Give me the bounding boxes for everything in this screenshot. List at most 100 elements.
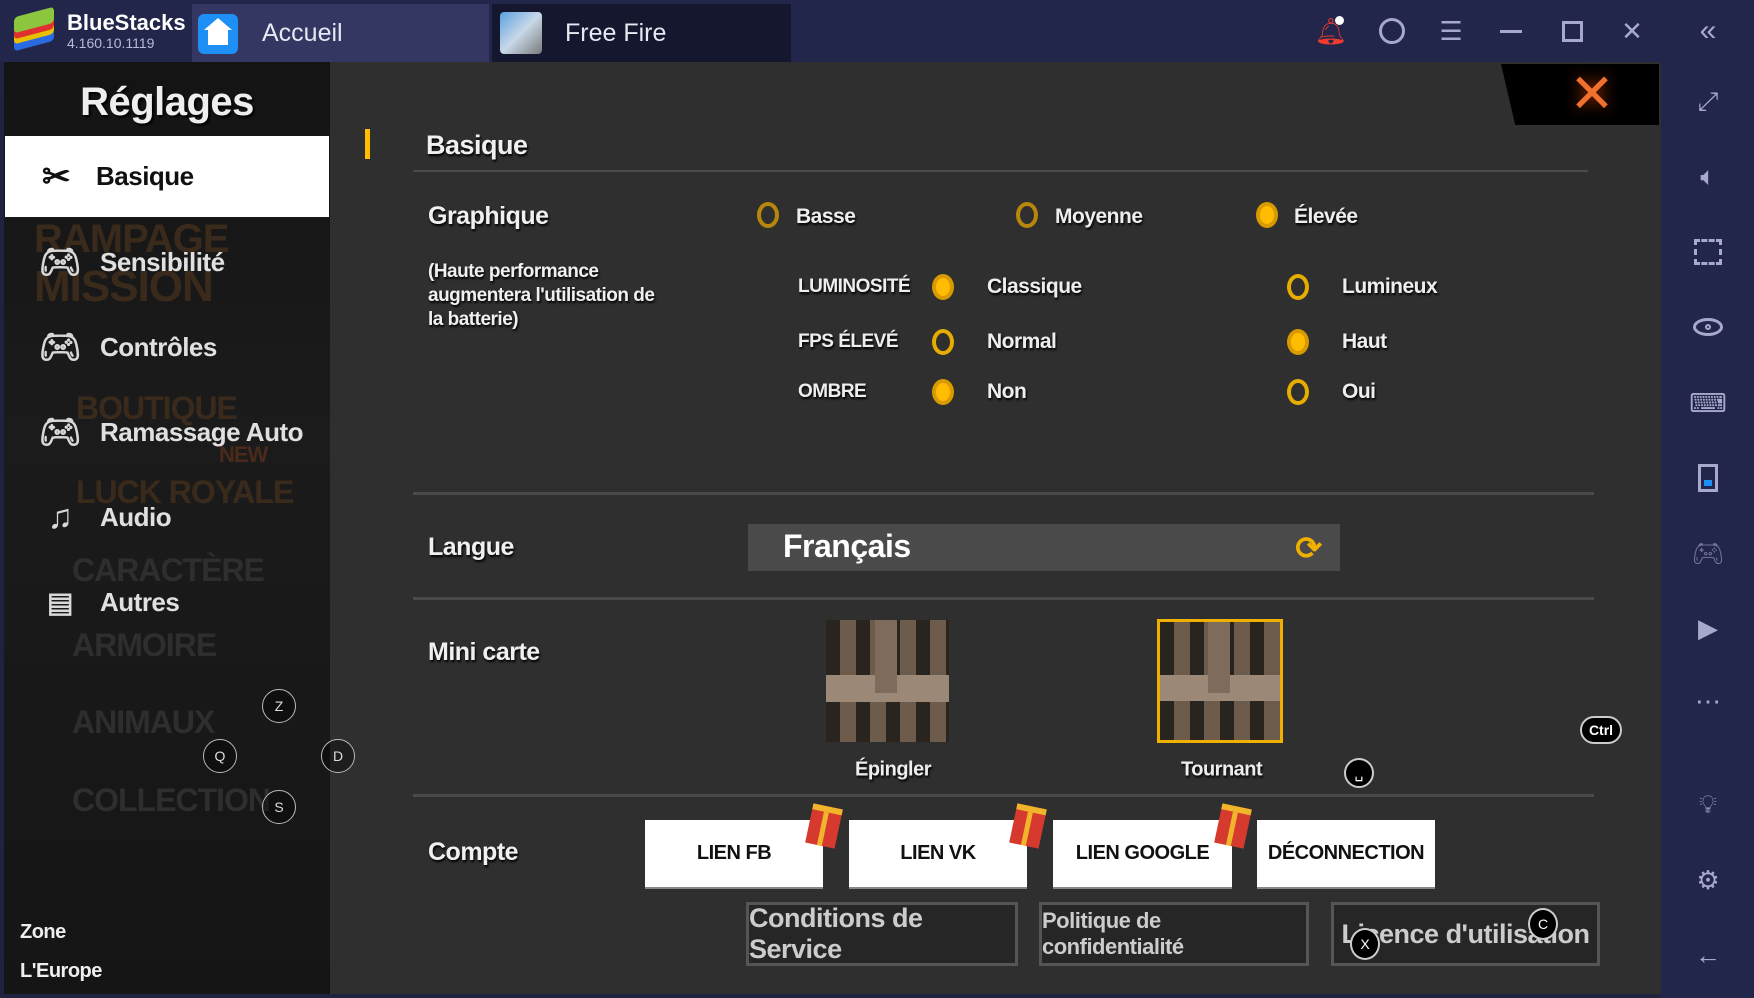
settings-icon[interactable]: ⚙ <box>1693 865 1723 895</box>
option-label: Classique <box>987 275 1082 298</box>
sidebar-item-label: Autres <box>100 586 180 617</box>
graphics-option-label: Élevée <box>1294 205 1358 228</box>
minimap-rotating-option[interactable] <box>1157 619 1283 743</box>
screen-record-icon[interactable] <box>1693 463 1723 493</box>
sidebar-item-sensibilite[interactable]: 🎮︎ Sensibilité <box>9 232 333 292</box>
key-hint-space: ␣ <box>1344 758 1374 788</box>
refresh-icon: ⟳ <box>1295 530 1322 566</box>
keyboard-icon[interactable]: ⌨︎ <box>1689 388 1727 418</box>
sidebar-item-basique[interactable]: ✂ Basique <box>5 136 329 217</box>
fps-label: FPS ÉLEVÉ <box>798 331 899 352</box>
tab-label: Accueil <box>262 18 343 47</box>
media-folder-icon[interactable]: ▶ <box>1693 613 1723 643</box>
volume-icon[interactable]: 🔈︎ <box>1693 161 1723 192</box>
sidebar-item-label: Audio <box>100 501 172 532</box>
graphics-note: (Haute performance augmentera l'utilisat… <box>428 261 655 330</box>
sidebar-item-label: Basique <box>96 161 194 191</box>
button-label: DÉCONNECTION <box>1267 842 1425 864</box>
ombre-non-radio[interactable] <box>932 379 954 405</box>
luminosite-classique-radio[interactable] <box>932 274 954 300</box>
sidebar-item-ramassage-auto[interactable]: 🎮︎ Ramassage Auto <box>9 402 333 462</box>
sidebar-item-label: Sensibilité <box>100 246 225 277</box>
bluestacks-logo-icon <box>14 6 54 52</box>
account-label: Compte <box>428 838 519 866</box>
luminosite-lumineux-radio[interactable] <box>1287 274 1309 300</box>
button-label: Conditions de Service <box>749 903 923 964</box>
option-label: Lumineux <box>1342 275 1438 298</box>
collapse-sidebar-icon[interactable]: « <box>1693 14 1723 47</box>
tab-accueil[interactable]: Accueil <box>192 4 489 62</box>
section-accent-bar <box>365 129 370 159</box>
section-title: Basique <box>426 130 528 160</box>
fullscreen-icon[interactable]: ⤢ <box>1693 86 1723 117</box>
maximize-icon[interactable] <box>1557 16 1587 46</box>
link-google-button[interactable]: LIEN GOOGLE <box>1053 803 1252 887</box>
minimap-pinned-option[interactable] <box>826 620 949 742</box>
gamepad-icon[interactable]: 🎮︎ <box>1692 538 1725 568</box>
document-icon: ▤ <box>47 586 73 618</box>
title-bar: BlueStacks 4.160.10.1119 Accueil Free Fi… <box>0 0 1754 62</box>
sidebar-item-autres[interactable]: ▤ Autres <box>9 572 333 632</box>
sidebar-title: Réglages <box>80 80 254 124</box>
graphics-moyenne-radio[interactable] <box>1016 202 1038 228</box>
link-vk-button[interactable]: LIEN VK <box>849 803 1047 887</box>
button-label: LIEN GOOGLE <box>1075 842 1210 864</box>
app-version: 4.160.10.1119 <box>67 35 155 51</box>
sidebar-item-label: Contrôles <box>100 331 217 362</box>
key-hint-c: C <box>1528 908 1558 940</box>
gamepad-icon: 🎮︎ <box>38 413 82 451</box>
account-icon[interactable] <box>1377 16 1407 46</box>
right-toolbar: ⤢ 🔈︎ ⌨︎ 🎮︎ ▶ ⋯ 💡︎ ⚙ ← <box>1661 62 1754 998</box>
zone-value: L'Europe <box>20 960 102 982</box>
ombre-label: OMBRE <box>798 381 867 402</box>
menu-icon[interactable]: ☰ <box>1436 16 1466 46</box>
key-hint-left: Q <box>203 739 237 773</box>
home-icon <box>198 14 238 54</box>
tab-label: Free Fire <box>565 18 667 47</box>
gamepad-icon: 🎮︎ <box>38 328 82 366</box>
tools-icon: ✂ <box>42 157 71 196</box>
button-label: LIEN FB <box>696 842 772 864</box>
close-icon[interactable]: ✕ <box>1617 16 1647 46</box>
graphics-option-label: Moyenne <box>1055 205 1143 228</box>
luminosite-label: LUMINOSITÉ <box>798 276 911 297</box>
gamepad-icon: 🎮︎ <box>38 243 82 281</box>
divider <box>413 492 1594 495</box>
more-icon[interactable]: ⋯ <box>1693 686 1723 716</box>
graphics-basse-radio[interactable] <box>757 202 779 228</box>
key-hint-right: D <box>321 739 355 773</box>
fps-normal-radio[interactable] <box>932 329 954 355</box>
app-name: BlueStacks <box>67 10 186 35</box>
close-settings-icon[interactable]: ✕ <box>1566 67 1618 121</box>
screenshot-pointer-icon[interactable] <box>1693 237 1723 267</box>
back-icon[interactable]: ← <box>1693 940 1723 970</box>
bell-icon[interactable]: 🔔︎ <box>1315 16 1348 46</box>
fps-haut-radio[interactable] <box>1287 329 1309 355</box>
sidebar-item-label: Ramassage Auto <box>100 416 304 447</box>
minimize-icon[interactable] <box>1496 16 1526 46</box>
eye-icon[interactable] <box>1693 312 1723 342</box>
button-label: Politique de confidentialité <box>1042 908 1184 959</box>
ombre-oui-radio[interactable] <box>1287 379 1309 405</box>
settings-sidebar: RAMPAGE MISSION BOUTIQUE NEW LUCK ROYALE… <box>4 62 330 994</box>
language-selector[interactable]: Français ⟳ <box>748 524 1340 571</box>
terms-of-service-button[interactable]: Conditions de Service <box>746 902 1018 966</box>
option-label: Normal <box>987 330 1057 353</box>
logout-button[interactable]: DÉCONNECTION <box>1257 820 1435 887</box>
divider <box>413 794 1594 797</box>
sidebar-item-audio[interactable]: ♫ Audio <box>9 487 333 547</box>
sidebar-item-controles[interactable]: 🎮︎ Contrôles <box>9 317 333 377</box>
option-label: Oui <box>1342 380 1376 403</box>
key-hint-ctrl: Ctrl <box>1580 716 1622 744</box>
free-fire-app-icon <box>500 12 542 54</box>
graphics-label: Graphique <box>428 202 549 230</box>
privacy-policy-button[interactable]: Politique de confidentialité <box>1039 902 1309 966</box>
link-fb-button[interactable]: LIEN FB <box>645 803 843 887</box>
minimap-option-label: Tournant <box>1181 758 1263 781</box>
bg-label: COLLECTION <box>72 782 271 818</box>
tab-free-fire[interactable]: Free Fire <box>492 4 791 62</box>
bg-label: ANIMAUX <box>72 704 215 740</box>
brightness-icon[interactable]: 💡︎ <box>1693 789 1723 820</box>
graphics-elevee-radio[interactable] <box>1256 202 1278 228</box>
key-hint-up: Z <box>262 689 296 723</box>
